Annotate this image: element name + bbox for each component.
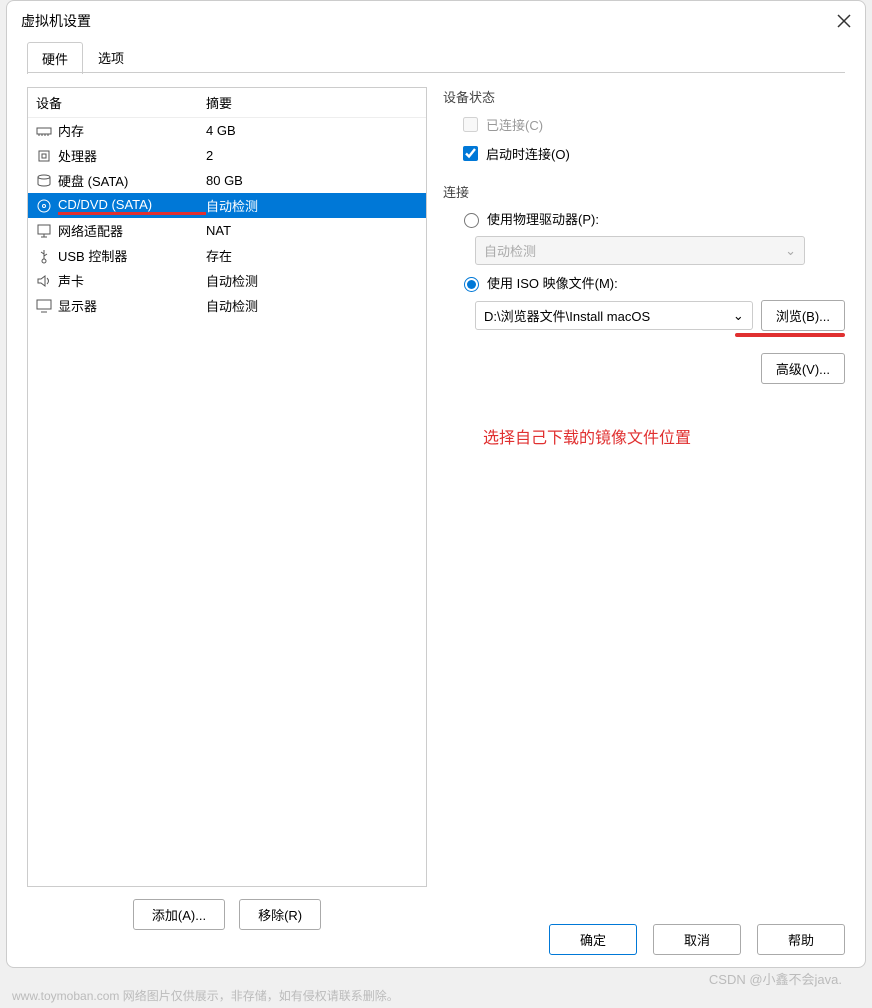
physical-drive-select: 自动检测 ⌄ xyxy=(475,236,805,265)
add-button[interactable]: 添加(A)... xyxy=(133,899,225,930)
browse-button[interactable]: 浏览(B)... xyxy=(761,300,845,331)
device-row-usb[interactable]: USB 控制器 存在 xyxy=(28,243,426,268)
physical-drive-value: 自动检测 xyxy=(484,241,536,260)
usb-icon xyxy=(36,248,52,264)
device-name: 显示器 xyxy=(58,296,206,315)
connection-group: 连接 使用物理驱动器(P): 自动检测 ⌄ 使用 ISO 映像文件(M): xyxy=(443,182,845,384)
right-panel: 设备状态 已连接(C) 启动时连接(O) 连接 xyxy=(443,87,845,930)
device-summary: 4 GB xyxy=(206,123,418,138)
device-row-disk[interactable]: 硬盘 (SATA) 80 GB xyxy=(28,168,426,193)
display-icon xyxy=(36,298,52,314)
device-summary: 80 GB xyxy=(206,173,418,188)
device-name: 硬盘 (SATA) xyxy=(58,171,206,190)
annotation-underline xyxy=(735,333,845,337)
chevron-down-icon: ⌄ xyxy=(733,308,744,324)
device-summary: 自动检测 xyxy=(206,196,418,215)
tab-border xyxy=(27,72,845,73)
help-button[interactable]: 帮助 xyxy=(757,924,845,955)
connect-on-start-checkbox[interactable] xyxy=(463,146,478,161)
device-row-memory[interactable]: 内存 4 GB xyxy=(28,118,426,143)
left-panel: 设备 摘要 内存 4 GB 处理器 2 硬盘 (SATA) 80 GB xyxy=(27,87,427,930)
device-name: CD/DVD (SATA) xyxy=(58,197,206,215)
device-name: 网络适配器 xyxy=(58,221,206,240)
footer: 确定 取消 帮助 xyxy=(549,924,845,955)
iso-path-select[interactable]: D:\浏览器文件\Install macOS ⌄ xyxy=(475,301,753,330)
header-device: 设备 xyxy=(36,93,206,112)
device-list: 设备 摘要 内存 4 GB 处理器 2 硬盘 (SATA) 80 GB xyxy=(27,87,427,887)
tab-hardware[interactable]: 硬件 xyxy=(27,42,83,74)
vm-settings-dialog: 虚拟机设置 硬件 选项 设备 摘要 内存 4 GB 处 xyxy=(6,0,866,968)
physical-radio-row[interactable]: 使用物理驱动器(P): xyxy=(459,209,845,228)
chevron-down-icon: ⌄ xyxy=(785,243,796,259)
iso-row: D:\浏览器文件\Install macOS ⌄ 浏览(B)... xyxy=(475,300,845,331)
advanced-button[interactable]: 高级(V)... xyxy=(761,353,845,384)
close-icon[interactable] xyxy=(837,14,851,28)
left-buttons: 添加(A)... 移除(R) xyxy=(27,899,427,930)
connect-on-start-row[interactable]: 启动时连接(O) xyxy=(459,143,845,164)
physical-label: 使用物理驱动器(P): xyxy=(487,209,599,228)
footer-watermark: www.toymoban.com 网络图片仅供展示，非存储，如有侵权请联系删除。 xyxy=(12,987,399,1004)
tab-options[interactable]: 选项 xyxy=(83,41,139,73)
device-row-cpu[interactable]: 处理器 2 xyxy=(28,143,426,168)
memory-icon xyxy=(36,123,52,139)
iso-radio-row[interactable]: 使用 ISO 映像文件(M): xyxy=(459,273,845,292)
header-summary: 摘要 xyxy=(206,93,232,112)
sound-icon xyxy=(36,273,52,289)
device-summary: 自动检测 xyxy=(206,296,418,315)
device-row-cd[interactable]: CD/DVD (SATA) 自动检测 xyxy=(28,193,426,218)
connection-title: 连接 xyxy=(443,182,845,201)
device-row-display[interactable]: 显示器 自动检测 xyxy=(28,293,426,318)
ok-button[interactable]: 确定 xyxy=(549,924,637,955)
content: 设备 摘要 内存 4 GB 处理器 2 硬盘 (SATA) 80 GB xyxy=(7,73,865,944)
disk-icon xyxy=(36,173,52,189)
iso-label: 使用 ISO 映像文件(M): xyxy=(487,273,618,292)
cd-icon xyxy=(36,198,52,214)
connected-checkbox-row: 已连接(C) xyxy=(459,114,845,135)
device-summary: 存在 xyxy=(206,246,418,265)
device-name: 处理器 xyxy=(58,146,206,165)
physical-radio[interactable] xyxy=(464,213,479,228)
titlebar: 虚拟机设置 xyxy=(7,1,865,41)
iso-radio[interactable] xyxy=(464,277,479,292)
device-status-group: 设备状态 已连接(C) 启动时连接(O) xyxy=(443,87,845,164)
device-summary: 自动检测 xyxy=(206,271,418,290)
cpu-icon xyxy=(36,148,52,164)
iso-path-value: D:\浏览器文件\Install macOS xyxy=(484,306,650,325)
csdn-watermark: CSDN @小鑫不会java. xyxy=(709,969,842,988)
advanced-row: 高级(V)... xyxy=(459,353,845,384)
cancel-button[interactable]: 取消 xyxy=(653,924,741,955)
device-row-sound[interactable]: 声卡 自动检测 xyxy=(28,268,426,293)
device-name: 内存 xyxy=(58,121,206,140)
device-summary: NAT xyxy=(206,223,418,238)
device-list-header: 设备 摘要 xyxy=(28,88,426,118)
connect-on-start-label: 启动时连接(O) xyxy=(486,144,570,163)
device-summary: 2 xyxy=(206,148,418,163)
connected-label: 已连接(C) xyxy=(486,115,543,134)
remove-button[interactable]: 移除(R) xyxy=(239,899,321,930)
device-name: USB 控制器 xyxy=(58,246,206,265)
device-name: 声卡 xyxy=(58,271,206,290)
tabs: 硬件 选项 xyxy=(7,41,865,73)
connected-checkbox xyxy=(463,117,478,132)
window-title: 虚拟机设置 xyxy=(21,11,837,31)
network-icon xyxy=(36,223,52,239)
device-row-network[interactable]: 网络适配器 NAT xyxy=(28,218,426,243)
device-status-title: 设备状态 xyxy=(443,87,845,106)
annotation-note: 选择自己下载的镜像文件位置 xyxy=(483,424,845,448)
